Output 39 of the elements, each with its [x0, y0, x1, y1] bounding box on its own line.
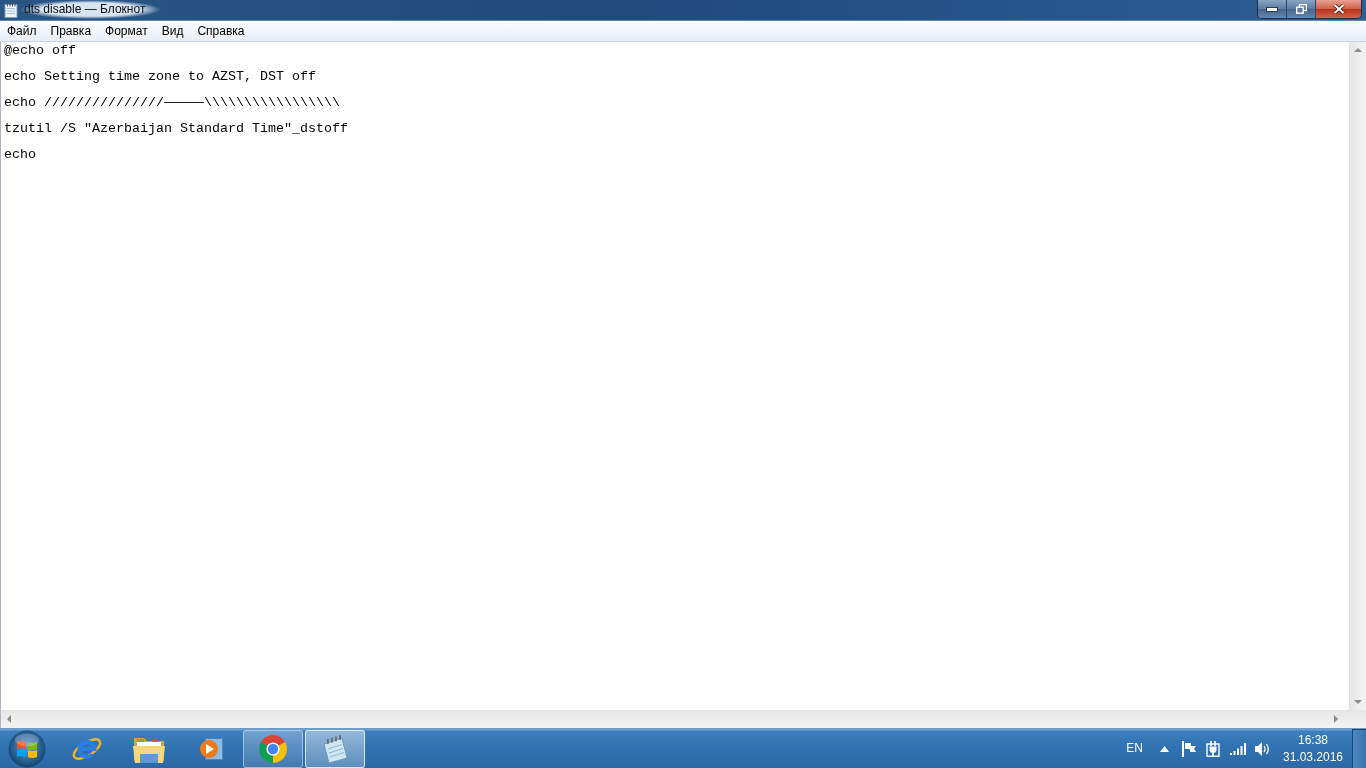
window-title: dts disable — Блокнот	[20, 0, 162, 19]
down-arrow-icon[interactable]	[1354, 700, 1362, 704]
menu-item[interactable]: Правка	[43, 21, 99, 41]
notepad-icon	[4, 2, 18, 18]
horizontal-scrollbar[interactable]	[0, 710, 1366, 728]
menu-item[interactable]: Справка	[190, 21, 252, 41]
code-line: echo Setting time zone to AZST, DST off	[4, 70, 317, 83]
minimize-icon	[1266, 6, 1278, 12]
clock-date[interactable]: 31.03.2016	[1282, 748, 1344, 766]
minimize-button[interactable]	[1258, 0, 1287, 18]
menu-item[interactable]: Вид	[154, 21, 191, 41]
tricolor-circle-icon	[258, 733, 288, 764]
vertical-scrollbar[interactable]	[1349, 42, 1366, 710]
restore-icon	[1295, 4, 1307, 14]
code-line: echo	[4, 148, 37, 161]
four-color-flag-orb-icon	[8, 729, 46, 768]
clock-time[interactable]: 16:38	[1298, 731, 1328, 749]
play-icon	[198, 735, 224, 762]
taskbar-button[interactable]	[305, 729, 365, 768]
code-line: tzutil /S "Azerbaijan Standard Time"_dstoff	[4, 122, 349, 135]
flag-icon[interactable]	[1182, 740, 1196, 757]
notepad-icon	[320, 733, 350, 764]
signal-bars-icon[interactable]	[1230, 742, 1246, 755]
show-desktop-button[interactable]	[1352, 728, 1366, 768]
close-icon	[1332, 4, 1345, 14]
code-line: @echo off	[4, 44, 77, 57]
caret-up-icon[interactable]	[1160, 745, 1169, 752]
menu-item[interactable]: Формат	[98, 21, 155, 41]
close-button[interactable]	[1316, 0, 1361, 18]
language-indicator[interactable]: EN	[1126, 741, 1143, 756]
restore-button[interactable]	[1287, 0, 1316, 18]
up-arrow-icon[interactable]	[1354, 48, 1362, 52]
left-arrow-icon[interactable]	[7, 715, 11, 723]
right-arrow-icon[interactable]	[1334, 715, 1338, 723]
code-line: echo ///////////////—————\\\\\\\\\\\\\\\\\	[4, 96, 341, 109]
taskbar-button[interactable]	[243, 729, 303, 768]
speaker-icon[interactable]	[1255, 741, 1270, 756]
power-plug-icon[interactable]	[1206, 740, 1220, 757]
menu-item[interactable]: Файл	[0, 21, 44, 41]
